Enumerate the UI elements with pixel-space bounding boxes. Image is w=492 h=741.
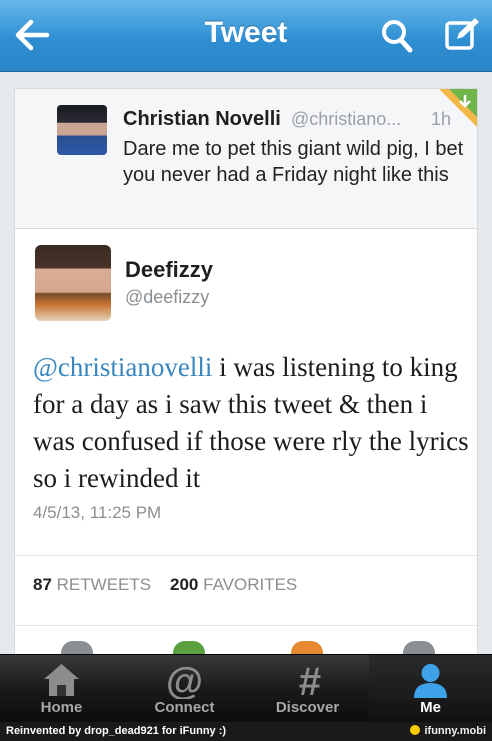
retweet-icon[interactable] <box>173 641 205 655</box>
tab-me[interactable]: Me <box>369 655 492 723</box>
watermark-site: ifunny.mobi <box>410 725 486 737</box>
svg-text:@: @ <box>166 661 203 699</box>
tab-connect[interactable]: @ Connect <box>123 655 246 723</box>
tab-home-label: Home <box>40 699 83 716</box>
tweet-stats: 87 RETWEETS 200 FAVORITES <box>33 575 297 595</box>
focus-tweet-handle: @deefizzy <box>125 287 210 307</box>
parent-tweet-handle: @christiano... <box>291 109 402 129</box>
parent-tweet-name: Christian Novelli <box>123 108 281 130</box>
reply-icon[interactable] <box>61 641 93 655</box>
watermark-credit: Reinvented by drop_dead921 for iFunny :) <box>6 725 227 737</box>
tweet-actions-row <box>15 639 477 655</box>
avatar[interactable] <box>57 105 107 155</box>
parent-tweet-text: Dare me to pet this giant wild pig, I be… <box>123 138 464 186</box>
more-icon[interactable] <box>403 641 435 655</box>
person-icon <box>414 664 447 698</box>
watermark-bar: Reinvented by drop_dead921 for iFunny :)… <box>0 722 492 741</box>
favorites-label[interactable]: FAVORITES <box>203 575 297 594</box>
tab-discover[interactable]: # Discover <box>246 655 369 723</box>
avatar[interactable] <box>35 245 111 321</box>
focus-tweet-card: Deefizzy @deefizzy @christianovelli i wa… <box>14 228 478 655</box>
tweet-detail-area: Christian Novelli @christiano... 1h Dare… <box>0 72 492 655</box>
tab-home[interactable]: Home <box>0 655 123 723</box>
home-icon <box>44 664 79 696</box>
watermark-site-text: ifunny.mobi <box>424 725 486 737</box>
tab-connect-label: Connect <box>154 699 215 716</box>
ifunny-logo-icon <box>410 725 421 735</box>
favorite-icon[interactable] <box>291 641 323 655</box>
search-icon[interactable] <box>380 18 414 54</box>
tab-discover-label: Discover <box>275 699 340 716</box>
page-title: Tweet <box>204 16 288 49</box>
divider <box>15 625 477 626</box>
retweet-corner-icon <box>439 89 477 127</box>
retweets-label[interactable]: RETWEETS <box>57 575 151 594</box>
favorites-count[interactable]: 200 <box>170 575 198 594</box>
mention-link[interactable]: @christianovelli <box>33 352 212 382</box>
tab-bar: Home @ Connect # Discover Me <box>0 654 492 723</box>
tab-me-label: Me <box>420 699 441 716</box>
tweet-timestamp: 4/5/13, 11:25 PM <box>33 503 162 522</box>
divider <box>15 555 477 556</box>
parent-tweet[interactable]: Christian Novelli @christiano... 1h Dare… <box>14 88 478 232</box>
at-icon: @ <box>166 661 203 699</box>
compose-icon[interactable] <box>444 16 480 52</box>
focus-tweet-name[interactable]: Deefizzy <box>125 257 213 283</box>
svg-text:#: # <box>299 661 321 699</box>
header-bar: Tweet <box>0 0 492 72</box>
retweets-count[interactable]: 87 <box>33 575 52 594</box>
hash-icon: # <box>299 661 321 699</box>
focus-tweet-text: @christianovelli i was listening to king… <box>33 349 469 497</box>
